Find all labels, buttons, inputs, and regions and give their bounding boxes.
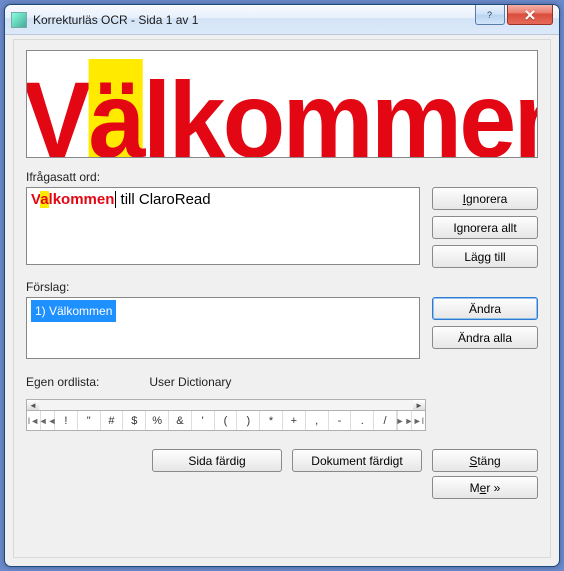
dialog-window: Korrekturläs OCR - Sida 1 av 1 ? Välkomm… (4, 4, 560, 567)
window-title: Korrekturläs OCR - Sida 1 av 1 (33, 13, 475, 27)
preview-post: lkommen (143, 59, 538, 158)
char-cell[interactable]: - (329, 411, 352, 430)
charmap-next-icon[interactable]: ►► (397, 411, 411, 430)
word-preview: Välkommen (26, 50, 538, 158)
char-cell[interactable]: * (260, 411, 283, 430)
char-cell[interactable]: " (78, 411, 101, 430)
char-cell[interactable]: , (306, 411, 329, 430)
scroll-left-icon[interactable]: ◄ (27, 400, 39, 410)
char-cell[interactable]: / (374, 411, 397, 430)
char-cell[interactable]: . (351, 411, 374, 430)
close-button[interactable] (507, 5, 553, 25)
titlebar[interactable]: Korrekturläs OCR - Sida 1 av 1 ? (5, 5, 559, 35)
ignore-button[interactable]: Ignorera (432, 187, 538, 210)
suggestion-item[interactable]: 1) Välkommen (31, 300, 116, 322)
questioned-textbox[interactable]: Valkommen till ClaroRead (26, 187, 420, 265)
change-all-button[interactable]: Ändra alla (432, 326, 538, 349)
preview-pre: V (26, 59, 89, 158)
char-cell[interactable]: & (169, 411, 192, 430)
change-button[interactable]: Ändra (432, 297, 538, 320)
charmap-scrollbar[interactable]: ◄ ► (26, 399, 426, 411)
svg-text:?: ? (487, 10, 492, 20)
char-cell[interactable]: ( (215, 411, 238, 430)
charmap-prev-icon[interactable]: ◄◄ (41, 411, 55, 430)
char-cell[interactable]: # (101, 411, 124, 430)
own-dictionary-label: Egen ordlista: (26, 375, 99, 389)
char-cell[interactable]: ) (237, 411, 260, 430)
charmap-last-icon[interactable]: ►I (411, 411, 425, 430)
client-area: Välkommen Ifrågasatt ord: Valkommen till… (13, 39, 551, 558)
preview-highlight: ä (89, 59, 143, 158)
char-cell[interactable]: $ (123, 411, 146, 430)
char-cell[interactable]: ' (192, 411, 215, 430)
dictionary-name: User Dictionary (149, 375, 231, 389)
questioned-label: Ifrågasatt ord: (26, 170, 538, 184)
document-done-button[interactable]: Dokument färdigt (292, 449, 422, 472)
char-cell[interactable]: % (146, 411, 169, 430)
page-done-button[interactable]: Sida färdig (152, 449, 282, 472)
ignore-all-button[interactable]: Ignorera allt (432, 216, 538, 239)
character-map: ◄ ► I◄ ◄◄ ! " # $ % & ' ( ) * + (26, 399, 426, 431)
char-cell[interactable]: ! (55, 411, 78, 430)
help-button[interactable]: ? (475, 5, 505, 25)
suggestions-listbox[interactable]: 1) Välkommen (26, 297, 420, 359)
suggestions-label: Förslag: (26, 280, 538, 294)
more-button[interactable]: Mer » (432, 476, 538, 499)
scroll-right-icon[interactable]: ► (413, 400, 425, 410)
char-cell[interactable]: + (283, 411, 306, 430)
close-dialog-button[interactable]: Stäng (432, 449, 538, 472)
app-icon (11, 12, 27, 28)
add-button[interactable]: Lägg till (432, 245, 538, 268)
